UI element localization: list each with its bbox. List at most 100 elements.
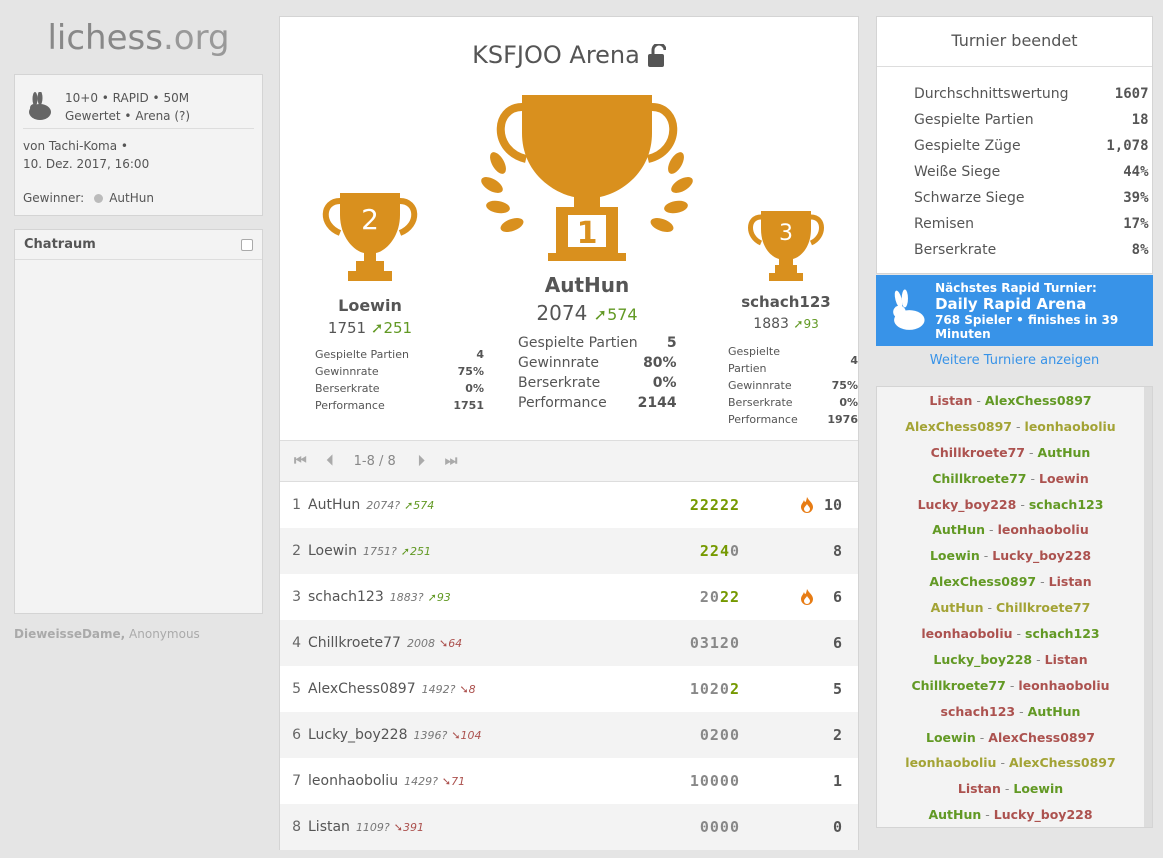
stat-value: 1751	[453, 399, 484, 412]
pairing-white[interactable]: Lucky_boy228	[933, 652, 1032, 667]
next-tournament-label: Nächstes Rapid Turnier:	[935, 280, 1097, 295]
podium-second-name[interactable]: Loewin	[310, 296, 430, 315]
progress-arrow-icon: ➚	[400, 544, 411, 558]
pairing-item[interactable]: Loewin - AlexChess0897	[877, 725, 1144, 751]
pairing-black[interactable]: schach123	[1025, 626, 1100, 641]
standings-row[interactable]: 8 Listan 1109? ➘391 0000 0	[280, 804, 858, 850]
pairing-white[interactable]: Chillkroete77	[932, 471, 1026, 486]
pairing-item[interactable]: AutHun - Chillkroete77	[877, 595, 1144, 621]
stat-label: Gespielte Partien	[315, 348, 409, 361]
standings-row[interactable]: 1 AutHun 2074? ➚574 22222 10	[280, 482, 858, 528]
pairing-black[interactable]: Listan	[1045, 652, 1088, 667]
player-name[interactable]: Loewin	[308, 543, 357, 559]
pairing-white[interactable]: AutHun	[932, 522, 985, 537]
standings-row[interactable]: 5 AlexChess0897 1492? ➘8 10202 5	[280, 666, 858, 712]
pairing-black[interactable]: Listan	[1049, 574, 1092, 589]
pairing-black[interactable]: leonhaoboliu	[1018, 678, 1109, 693]
setup-clock-line: 10+0 • RAPID • 50M	[65, 90, 190, 105]
stat-value: 18	[1131, 112, 1149, 128]
pairing-white[interactable]: schach123	[941, 704, 1016, 719]
pairing-black[interactable]: AlexChess0897	[1009, 755, 1116, 770]
pairing-item[interactable]: Chillkroete77- Loewin	[877, 466, 1144, 492]
rabbit-icon	[29, 91, 51, 120]
pairing-black[interactable]: schach123	[1029, 497, 1104, 512]
pairing-item[interactable]: Listan - AlexChess0897	[877, 388, 1144, 414]
pairing-white[interactable]: Listan	[929, 393, 972, 408]
player-name[interactable]: schach123	[308, 589, 384, 605]
pairing-white[interactable]: Listan	[958, 781, 1001, 796]
pairing-separator: -	[1019, 703, 1024, 719]
pairing-black[interactable]: leonhaoboliu	[1025, 419, 1116, 434]
pairing-black[interactable]: AutHun	[1038, 445, 1091, 460]
setup-mode-line[interactable]: Gewertet • Arena (?)	[65, 107, 190, 125]
pairing-item[interactable]: Loewin - Lucky_boy228	[877, 543, 1144, 569]
next-tournament-banner[interactable]: Nächstes Rapid Turnier: Daily Rapid Aren…	[876, 275, 1153, 346]
tournament-stats-table: Durchschnittswertung 1607 Gespielte Parti…	[914, 81, 1149, 263]
player-rank: 6	[292, 727, 301, 743]
first-page-button[interactable]: ⏮	[294, 453, 307, 469]
standings-row[interactable]: 4 Chillkroete77 2008 ➘64 03120 6	[280, 620, 858, 666]
setup-creator[interactable]: von Tachi-Koma •	[23, 137, 254, 155]
pairing-item[interactable]: AlexChess0897- Listan	[877, 569, 1144, 595]
player-name[interactable]: AutHun	[308, 497, 360, 513]
pairings-scrollbar[interactable]	[1144, 387, 1152, 827]
pairing-white[interactable]: AlexChess0897	[905, 419, 1012, 434]
pairing-black[interactable]: AlexChess0897	[985, 393, 1092, 408]
standings-row[interactable]: 3 schach123 1883? ➚93 2022 6	[280, 574, 858, 620]
player-name[interactable]: Listan	[308, 819, 350, 835]
pairing-black[interactable]: leonhaoboliu	[998, 522, 1089, 537]
player-rating: 1492?	[421, 682, 456, 696]
podium-first-name[interactable]: AutHun	[502, 273, 672, 297]
winner-link[interactable]: AutHun	[109, 191, 154, 205]
pairing-item[interactable]: Chillkroete77- AutHun	[877, 440, 1144, 466]
watcher-anonymous: Anonymous	[125, 627, 200, 641]
pairing-black[interactable]: Chillkroete77	[996, 600, 1090, 615]
pairing-white[interactable]: Chillkroete77	[931, 445, 1025, 460]
pairing-item[interactable]: leonhaoboliu - AlexChess0897	[877, 750, 1144, 776]
pairing-black[interactable]: AlexChess0897	[988, 730, 1095, 745]
prev-page-button[interactable]: ⏴	[327, 453, 334, 469]
pairing-item[interactable]: Chillkroete77- leonhaoboliu	[877, 673, 1144, 699]
stat-label: Berserkrate	[315, 382, 380, 395]
progress-arrow-icon: ➚	[404, 498, 414, 512]
player-progress-value: 8	[468, 682, 476, 696]
pairing-white[interactable]: leonhaoboliu	[921, 626, 1012, 641]
pairing-item[interactable]: leonhaoboliu - schach123	[877, 621, 1144, 647]
site-logo[interactable]: lichess.org	[14, 18, 263, 58]
pairing-white[interactable]: Chillkroete77	[911, 678, 1005, 693]
standings-row[interactable]: 2 Loewin 1751? ➚251 2240 8	[280, 528, 858, 574]
streak-fire-icon	[801, 589, 813, 605]
pairing-item[interactable]: Lucky_boy228- Listan	[877, 647, 1144, 673]
podium-first-rating-value: 2074	[536, 301, 588, 325]
more-tournaments-link[interactable]: Weitere Turniere anzeigen	[876, 353, 1153, 368]
player-name[interactable]: leonhaoboliu	[308, 773, 398, 789]
pairing-item[interactable]: Listan - Loewin	[877, 776, 1144, 802]
podium-third-name[interactable]: schach123	[726, 293, 846, 311]
pairing-item[interactable]: Lucky_boy228- schach123	[877, 492, 1144, 518]
pairing-white[interactable]: AutHun	[928, 807, 981, 822]
player-name[interactable]: Lucky_boy228	[308, 727, 407, 743]
next-page-button[interactable]: ⏵	[418, 453, 425, 469]
player-name[interactable]: AlexChess0897	[308, 681, 416, 697]
pairing-item[interactable]: AlexChess0897- leonhaoboliu	[877, 414, 1144, 440]
pairing-white[interactable]: Loewin	[926, 730, 976, 745]
standings-row[interactable]: 7 leonhaoboliu 1429? ➘71 10000 1	[280, 758, 858, 804]
pairing-white[interactable]: Lucky_boy228	[918, 497, 1017, 512]
pairing-black[interactable]: Loewin	[1039, 471, 1089, 486]
pairing-black[interactable]: Lucky_boy228	[992, 548, 1091, 563]
pairing-item[interactable]: AutHun - Lucky_boy228	[877, 802, 1144, 827]
pairing-white[interactable]: AutHun	[931, 600, 984, 615]
standings-row[interactable]: 6 Lucky_boy228 1396? ➘104 0200 2	[280, 712, 858, 758]
watcher-user[interactable]: DieweisseDame,	[14, 627, 125, 641]
player-name[interactable]: Chillkroete77	[308, 635, 401, 651]
pairing-black[interactable]: Lucky_boy228	[994, 807, 1093, 822]
pairing-black[interactable]: AutHun	[1028, 704, 1081, 719]
pairing-white[interactable]: Loewin	[930, 548, 980, 563]
chat-toggle-checkbox[interactable]	[241, 238, 253, 251]
last-page-button[interactable]: ⏭	[445, 453, 458, 469]
pairing-item[interactable]: AutHun - leonhaoboliu	[877, 517, 1144, 543]
pairing-black[interactable]: Loewin	[1013, 781, 1063, 796]
pairing-white[interactable]: AlexChess0897	[929, 574, 1036, 589]
pairing-item[interactable]: schach123- AutHun	[877, 699, 1144, 725]
pairing-white[interactable]: leonhaoboliu	[905, 755, 996, 770]
